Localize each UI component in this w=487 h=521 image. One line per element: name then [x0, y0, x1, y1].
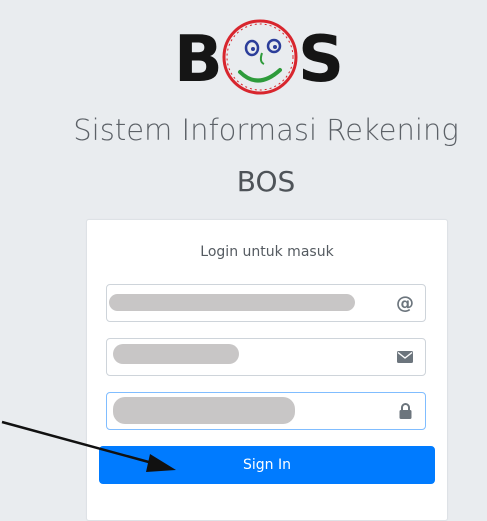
password-input-group — [106, 392, 426, 430]
login-message: Login untuk masuk — [200, 244, 334, 260]
logo-letter-b: B — [174, 23, 223, 97]
app-subtitle: BOS — [236, 165, 296, 198]
mail-input-group — [106, 338, 426, 376]
bos-logo: B S — [174, 8, 358, 100]
redacted-value — [113, 397, 295, 424]
app-title: Sistem Informasi Rekening — [73, 113, 459, 147]
logo-letter-s: S — [298, 23, 345, 97]
smiley-face-icon — [222, 19, 298, 95]
redacted-value — [113, 344, 239, 364]
redacted-value — [109, 294, 355, 311]
email-input-group: @ — [106, 284, 426, 322]
login-card: Login untuk masuk @ Sign In — [86, 219, 448, 521]
sign-in-button[interactable]: Sign In — [99, 446, 435, 484]
